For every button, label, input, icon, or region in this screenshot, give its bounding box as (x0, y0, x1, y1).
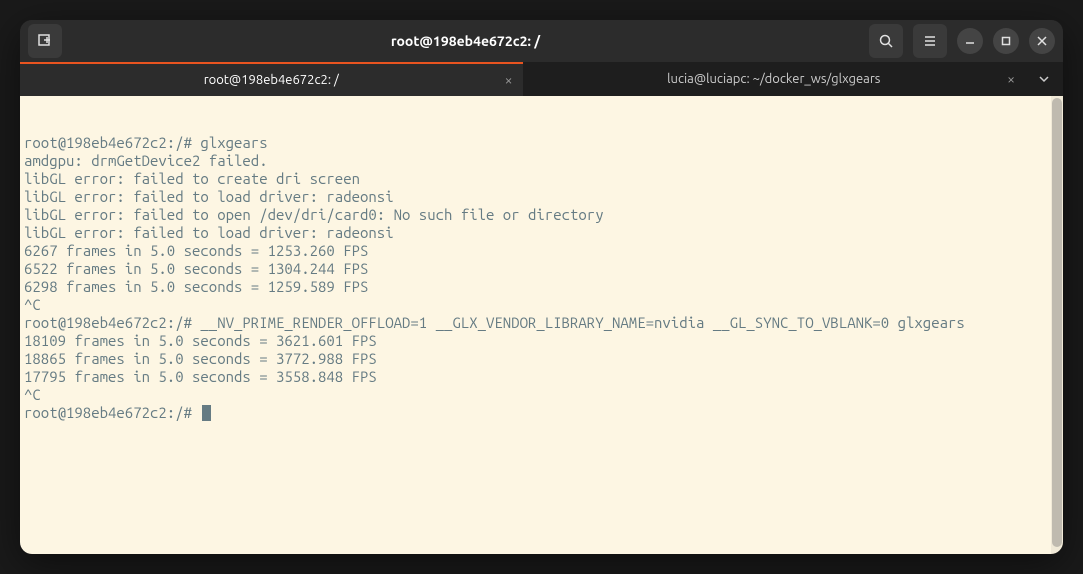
terminal-command: glxgears (200, 134, 267, 151)
terminal-line: root@198eb4e672c2:/# glxgears (24, 134, 1059, 152)
tab-label: root@198eb4e672c2: / (204, 73, 339, 87)
terminal-output-text: libGL error: failed to open /dev/dri/car… (24, 206, 604, 223)
scrollbar-track[interactable] (1051, 96, 1063, 554)
terminal-output-text: ^C (24, 386, 41, 403)
tab-dropdown-button[interactable] (1025, 62, 1063, 96)
tab-close-button[interactable]: × (505, 72, 513, 88)
terminal-line: 18109 frames in 5.0 seconds = 3621.601 F… (24, 332, 1059, 350)
terminal-output-text: ^C (24, 296, 41, 313)
search-icon (878, 33, 894, 49)
maximize-button[interactable] (993, 28, 1019, 54)
hamburger-icon (922, 33, 938, 49)
terminal-output-text: amdgpu: drmGetDevice2 failed. (24, 152, 268, 169)
terminal-cursor (202, 405, 211, 421)
terminal-prompt: root@198eb4e672c2:/# (24, 314, 200, 331)
terminal-output-text: 6522 frames in 5.0 seconds = 1304.244 FP… (24, 260, 368, 277)
minimize-button[interactable] (957, 28, 983, 54)
terminal-line: 17795 frames in 5.0 seconds = 3558.848 F… (24, 368, 1059, 386)
tab-label: lucia@luciapc: ~/docker_ws/glxgears (667, 72, 880, 86)
terminal-prompt: root@198eb4e672c2:/# (24, 134, 200, 151)
terminal-line: 18865 frames in 5.0 seconds = 3772.988 F… (24, 350, 1059, 368)
terminal-line: libGL error: failed to load driver: rade… (24, 224, 1059, 242)
terminal-line: 6267 frames in 5.0 seconds = 1253.260 FP… (24, 242, 1059, 260)
terminal-output-text: libGL error: failed to load driver: rade… (24, 224, 394, 241)
terminal-line: 6522 frames in 5.0 seconds = 1304.244 FP… (24, 260, 1059, 278)
terminal-line: amdgpu: drmGetDevice2 failed. (24, 152, 1059, 170)
close-button[interactable] (1029, 28, 1055, 54)
terminal-line: libGL error: failed to open /dev/dri/car… (24, 206, 1059, 224)
terminal-line: root@198eb4e672c2:/# __NV_PRIME_RENDER_O… (24, 314, 1059, 332)
terminal-output-text: libGL error: failed to load driver: rade… (24, 188, 394, 205)
terminal-output-text: libGL error: failed to create dri screen (24, 170, 360, 187)
terminal-output-text: 18109 frames in 5.0 seconds = 3621.601 F… (24, 332, 377, 349)
window-title: root@198eb4e672c2: / (68, 33, 863, 49)
menu-button[interactable] (913, 24, 947, 58)
chevron-down-icon (1038, 73, 1050, 85)
terminal-window: root@198eb4e672c2: / root@198eb4e672c2: … (20, 20, 1063, 554)
terminal-output-text: 6267 frames in 5.0 seconds = 1253.260 FP… (24, 242, 368, 259)
terminal-line: 6298 frames in 5.0 seconds = 1259.589 FP… (24, 278, 1059, 296)
terminal-output-text: 17795 frames in 5.0 seconds = 3558.848 F… (24, 368, 377, 385)
terminal-line: root@198eb4e672c2:/# (24, 404, 1059, 422)
terminal-output-text: 18865 frames in 5.0 seconds = 3772.988 F… (24, 350, 377, 367)
tab-close-button[interactable]: × (1007, 71, 1015, 87)
terminal-line: ^C (24, 386, 1059, 404)
tabbar: root@198eb4e672c2: / × lucia@luciapc: ~/… (20, 62, 1063, 96)
terminal-line: ^C (24, 296, 1059, 314)
terminal-command: __NV_PRIME_RENDER_OFFLOAD=1 __GLX_VENDOR… (200, 314, 964, 331)
tab-root-container[interactable]: root@198eb4e672c2: / × (20, 62, 523, 96)
terminal-output[interactable]: root@198eb4e672c2:/# glxgearsamdgpu: drm… (20, 96, 1063, 554)
minimize-icon (964, 35, 976, 47)
terminal-prompt: root@198eb4e672c2:/# (24, 404, 200, 421)
terminal-line: libGL error: failed to create dri screen (24, 170, 1059, 188)
tab-lucia-glxgears[interactable]: lucia@luciapc: ~/docker_ws/glxgears × (523, 62, 1026, 96)
titlebar: root@198eb4e672c2: / (20, 20, 1063, 62)
maximize-icon (1000, 35, 1012, 47)
terminal-output-text: 6298 frames in 5.0 seconds = 1259.589 FP… (24, 278, 368, 295)
new-tab-icon (37, 33, 53, 49)
scrollbar-thumb[interactable] (1052, 98, 1062, 547)
close-icon (1036, 35, 1048, 47)
new-tab-button[interactable] (28, 24, 62, 58)
search-button[interactable] (869, 24, 903, 58)
terminal-line: libGL error: failed to load driver: rade… (24, 188, 1059, 206)
